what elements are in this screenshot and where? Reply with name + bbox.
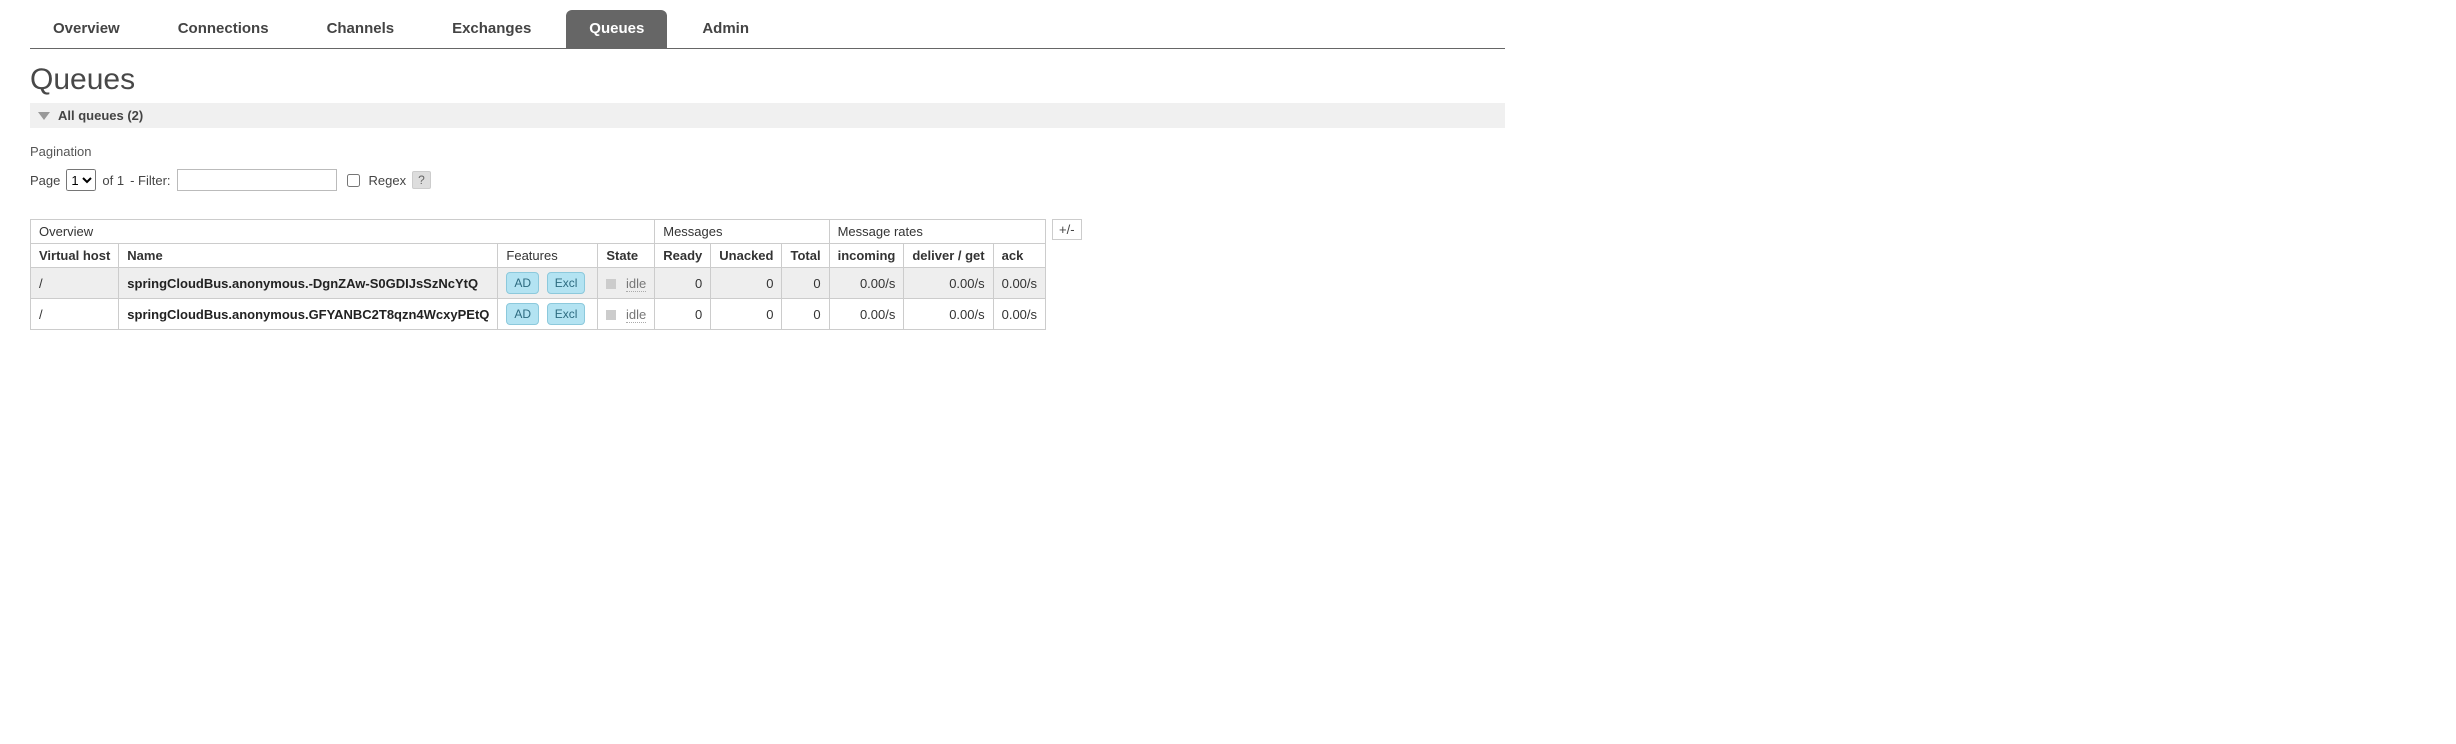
cell-ready: 0 (655, 299, 711, 330)
state-text: idle (626, 307, 646, 323)
feature-excl-badge[interactable]: Excl (547, 303, 586, 325)
col-state[interactable]: State (598, 244, 655, 268)
regex-checkbox[interactable] (347, 174, 360, 187)
cell-vhost: / (31, 299, 119, 330)
queues-table: Overview Messages Message rates Virtual … (30, 219, 1046, 330)
group-messages: Messages (655, 220, 829, 244)
tab-connections[interactable]: Connections (155, 10, 292, 48)
state-indicator-icon (606, 279, 616, 289)
cell-ready: 0 (655, 268, 711, 299)
cell-ack: 0.00/s (993, 268, 1045, 299)
cell-vhost: / (31, 268, 119, 299)
page-of-label: of 1 (102, 173, 124, 188)
nav-tabs: Overview Connections Channels Exchanges … (30, 10, 1505, 49)
col-deliver-get[interactable]: deliver / get (904, 244, 993, 268)
feature-ad-badge[interactable]: AD (506, 303, 539, 325)
group-overview: Overview (31, 220, 655, 244)
state-indicator-icon (606, 310, 616, 320)
tab-exchanges[interactable]: Exchanges (429, 10, 554, 48)
pagination-controls: Page 1 of 1 - Filter: Regex ? (30, 169, 1505, 191)
col-vhost[interactable]: Virtual host (31, 244, 119, 268)
regex-label: Regex (369, 173, 407, 188)
table-row: / springCloudBus.anonymous.-DgnZAw-S0GDI… (31, 268, 1046, 299)
col-ack[interactable]: ack (993, 244, 1045, 268)
columns-toggle-button[interactable]: +/- (1052, 219, 1082, 240)
cell-features: AD Excl (498, 268, 598, 299)
col-total[interactable]: Total (782, 244, 829, 268)
cell-total: 0 (782, 299, 829, 330)
cell-state: idle (598, 268, 655, 299)
col-name[interactable]: Name (119, 244, 498, 268)
pagination-heading: Pagination (30, 144, 1505, 159)
cell-total: 0 (782, 268, 829, 299)
filter-input[interactable] (177, 169, 337, 191)
col-unacked[interactable]: Unacked (711, 244, 782, 268)
queue-link[interactable]: springCloudBus.anonymous.-DgnZAw-S0GDIJs… (127, 276, 478, 291)
chevron-down-icon (38, 112, 50, 120)
filter-label: - Filter: (130, 173, 170, 188)
queue-link[interactable]: springCloudBus.anonymous.GFYANBC2T8qzn4W… (127, 307, 489, 322)
section-header-label: All queues (2) (58, 108, 143, 123)
cell-unacked: 0 (711, 268, 782, 299)
cell-ack: 0.00/s (993, 299, 1045, 330)
group-message-rates: Message rates (829, 220, 1045, 244)
page-title: Queues (30, 63, 1505, 97)
cell-features: AD Excl (498, 299, 598, 330)
regex-help-button[interactable]: ? (412, 171, 431, 189)
col-incoming[interactable]: incoming (829, 244, 904, 268)
table-row: / springCloudBus.anonymous.GFYANBC2T8qzn… (31, 299, 1046, 330)
cell-incoming: 0.00/s (829, 299, 904, 330)
section-all-queues[interactable]: All queues (2) (30, 103, 1505, 128)
col-features[interactable]: Features (498, 244, 598, 268)
state-text: idle (626, 276, 646, 292)
cell-deliver-get: 0.00/s (904, 299, 993, 330)
tab-channels[interactable]: Channels (304, 10, 418, 48)
tab-queues[interactable]: Queues (566, 10, 667, 48)
page-select[interactable]: 1 (66, 169, 96, 191)
feature-excl-badge[interactable]: Excl (547, 272, 586, 294)
cell-incoming: 0.00/s (829, 268, 904, 299)
cell-unacked: 0 (711, 299, 782, 330)
feature-ad-badge[interactable]: AD (506, 272, 539, 294)
cell-state: idle (598, 299, 655, 330)
tab-overview[interactable]: Overview (30, 10, 143, 48)
page-label: Page (30, 173, 60, 188)
cell-deliver-get: 0.00/s (904, 268, 993, 299)
col-ready[interactable]: Ready (655, 244, 711, 268)
tab-admin[interactable]: Admin (679, 10, 772, 48)
